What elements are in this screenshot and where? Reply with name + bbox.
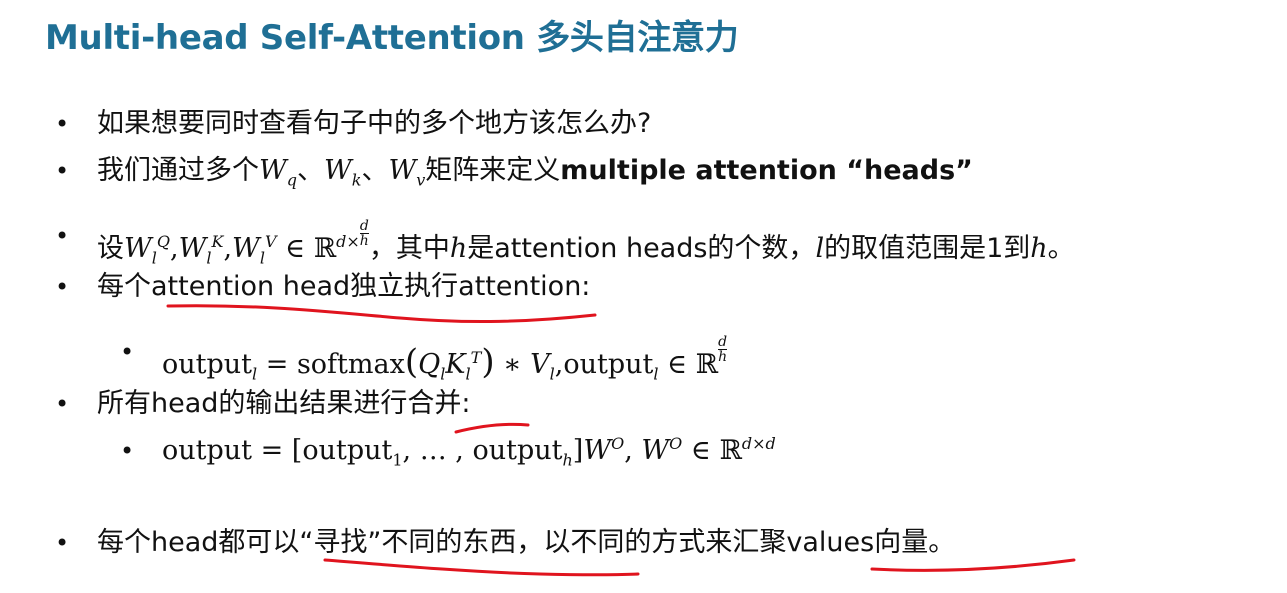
annotation-layer xyxy=(166,304,1076,577)
underline-merge xyxy=(454,422,530,434)
underline-aggregate xyxy=(870,558,1076,572)
underline-find xyxy=(323,558,640,577)
underline-independent-attention xyxy=(166,304,597,324)
